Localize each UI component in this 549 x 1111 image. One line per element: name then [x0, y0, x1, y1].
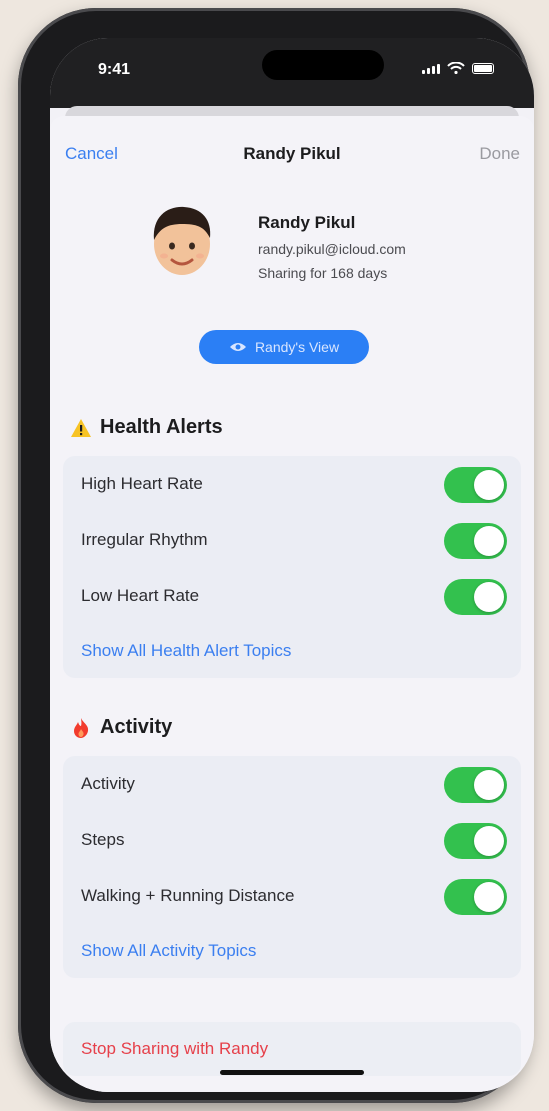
row-label: Irregular Rhythm [81, 530, 208, 549]
list-item: Activity [63, 756, 521, 812]
toggle-switch[interactable] [444, 579, 507, 615]
sharing-duration: Sharing for 168 days [258, 265, 388, 281]
toggle-switch[interactable] [444, 823, 507, 859]
list-item: Walking + Running Distance [63, 868, 521, 924]
sharing-sheet: Cancel Randy Pikul Done Randy Pikul rand… [50, 116, 534, 1092]
link-label: Show All Activity Topics [81, 941, 257, 960]
done-button[interactable]: Done [479, 144, 520, 164]
view-button[interactable]: Randy's View [199, 330, 369, 364]
row-label: Walking + Running Distance [81, 886, 295, 905]
status-time: 9:41 [98, 61, 131, 78]
row-label: High Heart Rate [81, 474, 203, 493]
status-bar: 9:41 [50, 38, 534, 108]
toggle-knob [474, 582, 504, 612]
dynamic-island [262, 50, 384, 80]
profile-email: randy.pikul@icloud.com [258, 241, 406, 257]
eye-icon [229, 343, 246, 351]
toggle-knob [474, 826, 504, 856]
row-label: Steps [81, 830, 125, 849]
toggle-knob [474, 770, 504, 800]
cellular-signal-icon [422, 64, 440, 74]
toggle-switch[interactable] [444, 767, 507, 803]
row-label: Activity [81, 774, 135, 793]
nav-title: Randy Pikul [243, 144, 341, 163]
list-item: High Heart Rate [63, 456, 521, 512]
toggle-switch[interactable] [444, 523, 507, 559]
health-alerts-title: Health Alerts [100, 416, 223, 438]
activity-header: Activity [70, 716, 172, 739]
status-icons [422, 62, 494, 74]
link-label: Show All Health Alert Topics [81, 641, 292, 660]
screen: 9:41 Cancel Randy Pikul Done Randy Pikul… [50, 38, 534, 1092]
wifi-icon [447, 62, 465, 74]
activity-card: Activity Steps Walking + Running Distanc… [63, 756, 521, 978]
flame-icon [74, 717, 89, 738]
profile-name: Randy Pikul [258, 213, 356, 232]
list-item: Irregular Rhythm [63, 512, 521, 568]
list-item: Low Heart Rate [63, 568, 521, 624]
show-all-health-alerts-link[interactable]: Show All Health Alert Topics [63, 624, 521, 678]
warning-icon [71, 418, 91, 437]
stop-sharing-button[interactable]: Stop Sharing with Randy [63, 1022, 521, 1076]
activity-title: Activity [100, 716, 173, 738]
avatar [153, 206, 211, 275]
list-item: Steps [63, 812, 521, 868]
profile-info: Randy Pikul randy.pikul@icloud.com Shari… [258, 213, 406, 281]
stop-sharing-label: Stop Sharing with Randy [81, 1039, 269, 1058]
toggle-knob [474, 882, 504, 912]
view-button-label: Randy's View [254, 339, 340, 355]
health-alerts-card: High Heart Rate Irregular Rhythm Low Hea… [63, 456, 521, 678]
toggle-knob [474, 526, 504, 556]
home-indicator [220, 1070, 364, 1075]
phone-frame: 9:41 Cancel Randy Pikul Done Randy Pikul… [18, 8, 534, 1103]
battery-icon [472, 63, 494, 74]
row-label: Low Heart Rate [81, 586, 200, 605]
toggle-switch[interactable] [444, 879, 507, 915]
toggle-switch[interactable] [444, 467, 507, 503]
nav-bar: Cancel Randy Pikul Done [50, 116, 534, 186]
show-all-activity-link[interactable]: Show All Activity Topics [63, 924, 521, 978]
health-alerts-header: Health Alerts [70, 416, 223, 439]
toggle-knob [474, 470, 504, 500]
